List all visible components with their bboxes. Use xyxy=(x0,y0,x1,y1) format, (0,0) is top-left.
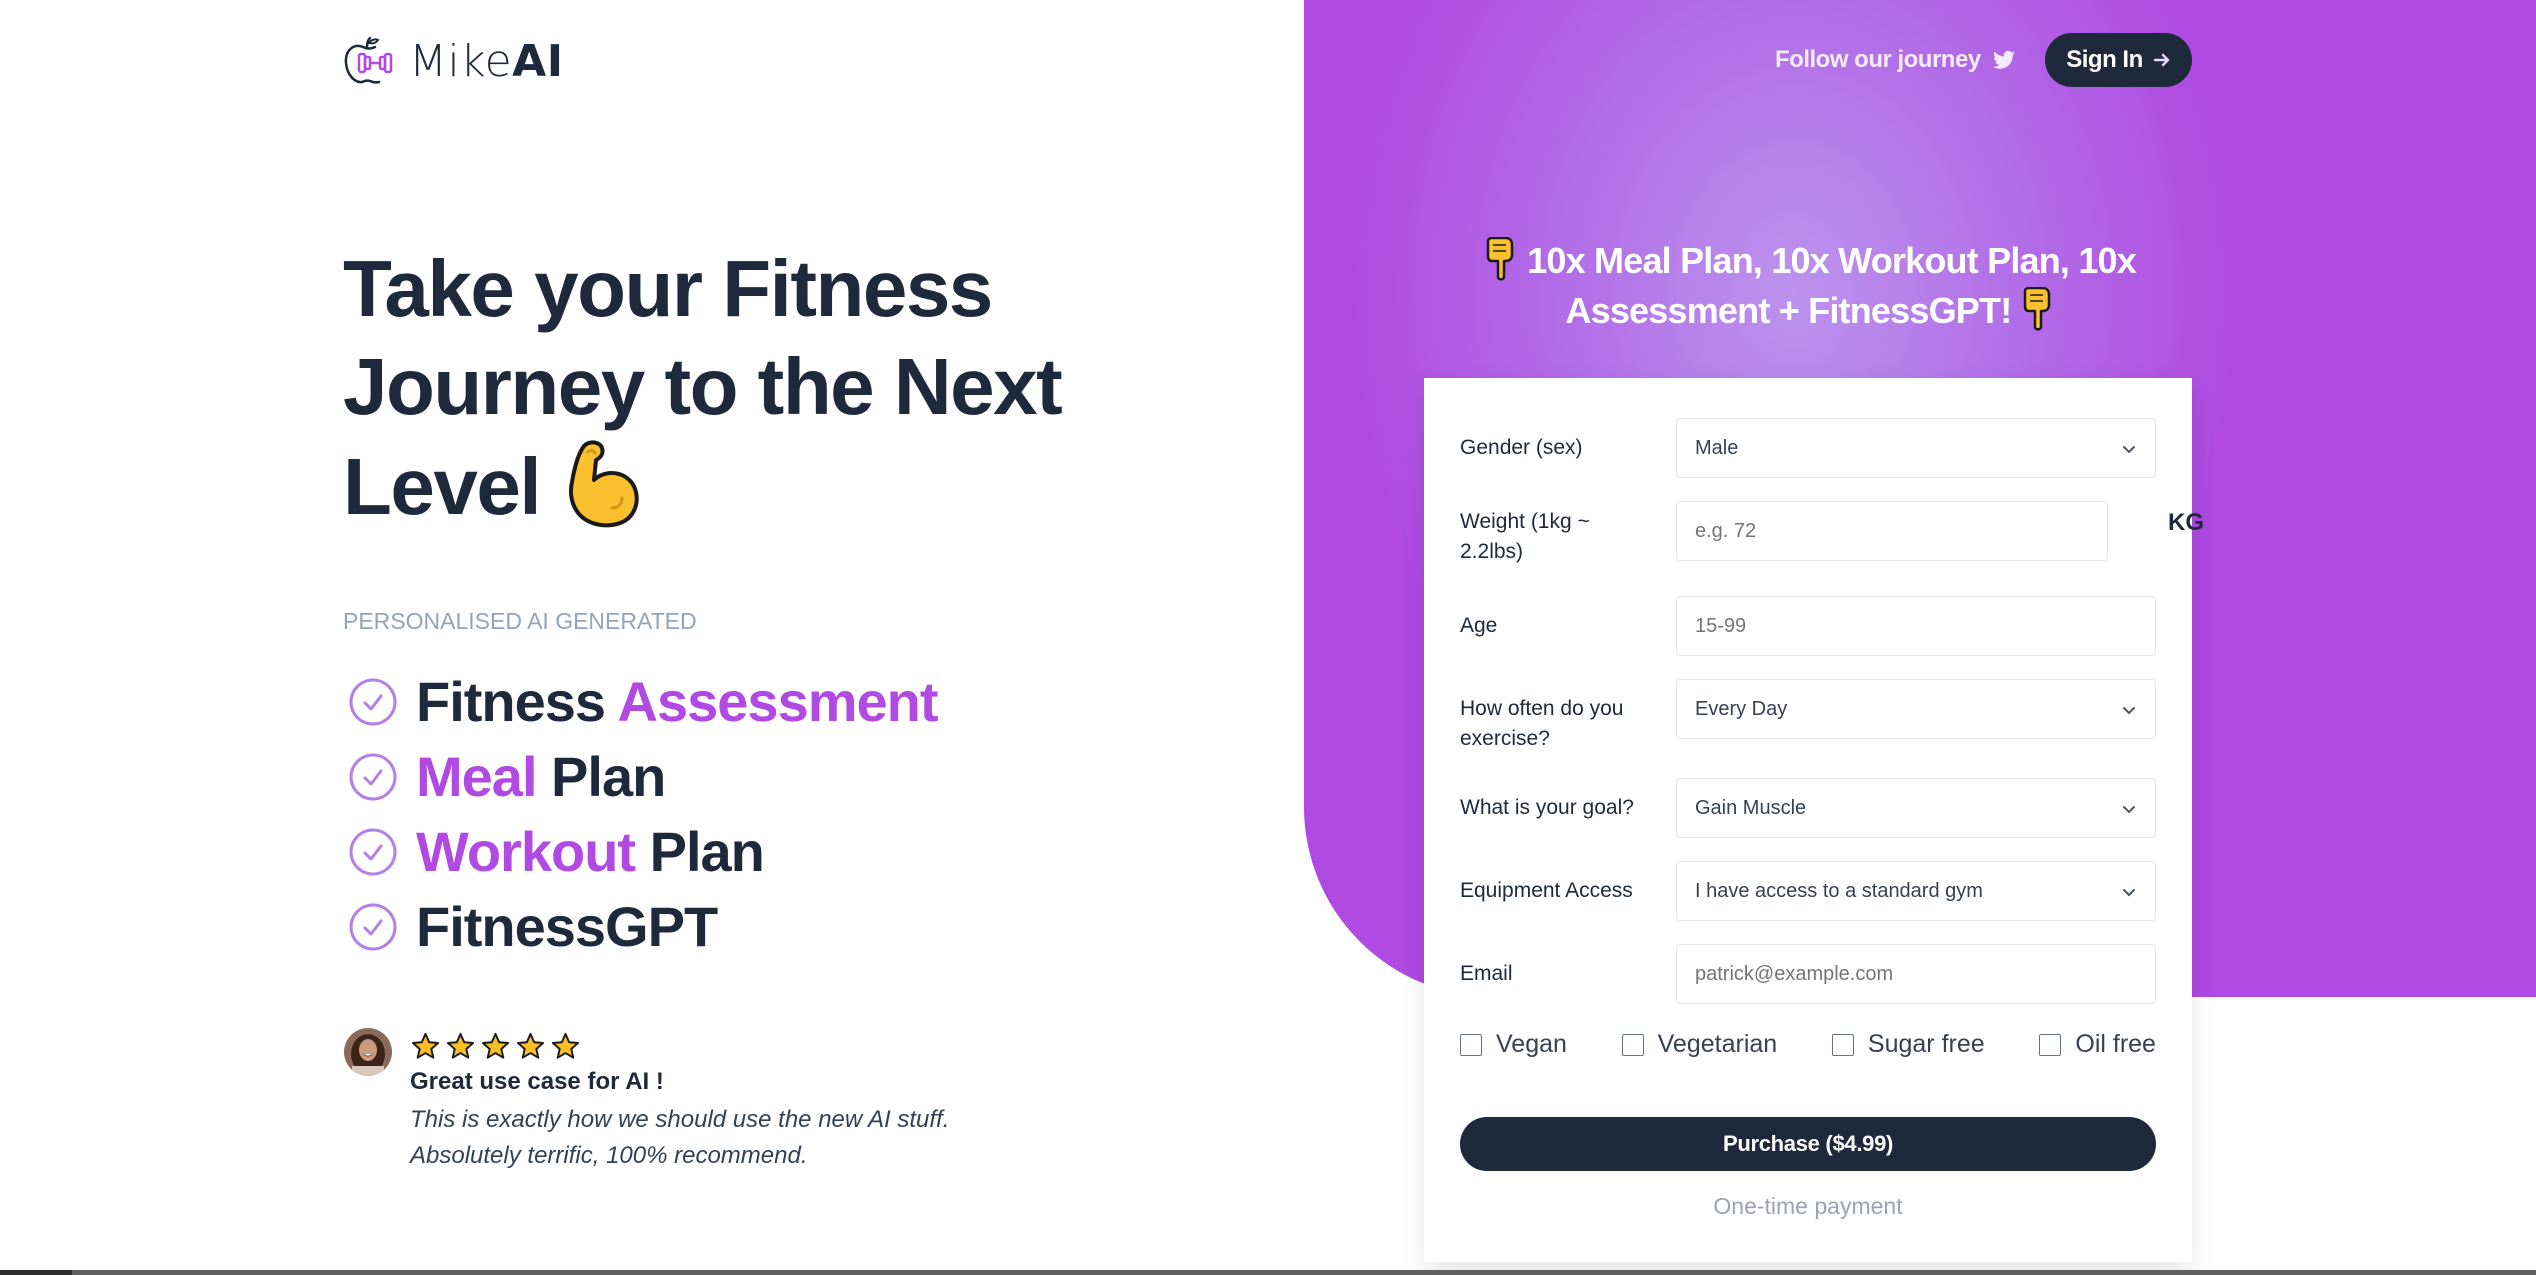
oil-free-checkbox[interactable] xyxy=(2039,1033,2062,1056)
sugar-free-checkbox[interactable] xyxy=(1831,1033,1854,1056)
gender-select[interactable]: Male xyxy=(1676,418,2156,478)
sign-in-button[interactable]: Sign In xyxy=(2045,33,2192,87)
review-title: Great use case for AI ! xyxy=(410,1068,664,1095)
gender-row: Gender (sex) Male xyxy=(1460,418,2156,478)
hero-subtitle: PERSONALISED AI GENERATED xyxy=(343,608,697,634)
star-icon xyxy=(551,1032,580,1059)
feature-label: Fitness Assessment xyxy=(416,669,939,734)
feature-item: Workout Plan xyxy=(348,814,938,889)
feature-text-plain: Fitness xyxy=(416,670,618,733)
age-row: Age xyxy=(1460,596,2156,656)
goal-value: Gain Muscle xyxy=(1695,796,1807,819)
promo-heading: 10x Meal Plan, 10x Workout Plan, 10x Ass… xyxy=(1430,236,2190,336)
feature-text-plain: FitnessGPT xyxy=(416,895,718,958)
feature-text-plain: Plan xyxy=(635,820,765,883)
chevron-down-icon xyxy=(2123,707,2135,715)
gender-value: Male xyxy=(1695,436,1739,459)
chevron-down-icon xyxy=(2123,806,2135,814)
age-input[interactable] xyxy=(1676,596,2156,656)
age-label: Age xyxy=(1460,614,1498,637)
brand-name-light: Mike xyxy=(409,36,513,87)
vegan-checkbox[interactable] xyxy=(1460,1033,1482,1056)
feature-label: Meal Plan xyxy=(416,744,666,809)
diet-option-label: Vegetarian xyxy=(1657,1030,1778,1058)
feature-label: FitnessGPT xyxy=(416,894,718,959)
diet-option-label: Sugar free xyxy=(1867,1030,1985,1058)
star-icon xyxy=(446,1032,475,1059)
purchase-button[interactable]: Purchase ($4.99) xyxy=(1460,1117,2156,1171)
star-icon xyxy=(411,1032,440,1059)
check-circle-icon xyxy=(349,678,397,725)
feature-item: Fitness Assessment xyxy=(348,664,939,739)
hero-title-text: Take your Fitness Journey to the Next Le… xyxy=(343,244,1063,531)
diet-option-label: Vegan xyxy=(1496,1030,1567,1058)
star-icon xyxy=(481,1032,510,1059)
diet-options: Vegan Vegetarian Sugar free Oil free xyxy=(1460,1030,2156,1059)
email-input[interactable] xyxy=(1676,944,2156,1004)
horizontal-scrollbar[interactable] xyxy=(0,1270,2536,1275)
weight-input[interactable] xyxy=(1676,501,2108,561)
sign-in-label: Sign In xyxy=(2066,46,2143,73)
chevron-down-icon xyxy=(2123,446,2135,454)
email-label: Email xyxy=(1460,962,1513,985)
frequency-label: How often do you exercise? xyxy=(1460,697,1624,750)
feature-label: Workout Plan xyxy=(416,819,765,884)
diet-option-label: Oil free xyxy=(2075,1030,2156,1058)
diet-option-sugar-free[interactable]: Sugar free xyxy=(1831,1030,1985,1059)
review-body: This is exactly how we should use the ne… xyxy=(410,1106,950,1169)
brand-name: MikeAI xyxy=(409,36,564,87)
apple-dumbbell-icon xyxy=(344,36,393,84)
brand-name-bold: AI xyxy=(512,36,564,87)
follow-label: Follow our journey xyxy=(1775,46,1981,73)
goal-label: What is your goal? xyxy=(1460,796,1634,819)
plan-order-form: Gender (sex) Male Weight (1kg ~ 2.2lbs) … xyxy=(1424,378,2204,1262)
twitter-icon xyxy=(1992,50,2015,69)
payment-note: One-time payment xyxy=(1713,1193,1903,1219)
vegetarian-checkbox[interactable] xyxy=(1621,1033,1644,1056)
equipment-select[interactable]: I have access to a standard gym xyxy=(1676,861,2156,921)
backhand-index-pointing-down-icon xyxy=(1486,237,1514,281)
logo[interactable]: MikeAI xyxy=(343,36,564,87)
backhand-index-pointing-down-icon xyxy=(2023,287,2050,331)
check-circle-icon xyxy=(349,753,397,800)
feature-item: FitnessGPT xyxy=(348,889,938,964)
frequency-value: Every Day xyxy=(1695,697,1788,720)
follow-twitter-link[interactable]: Follow our journey xyxy=(1775,46,2015,74)
feature-text-accent: Workout xyxy=(416,820,636,883)
goal-select[interactable]: Gain Muscle xyxy=(1676,778,2156,838)
weight-unit: KG xyxy=(2168,509,2204,536)
feature-text-accent: Meal xyxy=(416,745,537,808)
diet-option-oil-free[interactable]: Oil free xyxy=(2039,1030,2156,1059)
chevron-down-icon xyxy=(2123,889,2135,897)
equipment-label: Equipment Access xyxy=(1460,879,1633,902)
person-photo-icon xyxy=(344,1028,392,1076)
gender-label: Gender (sex) xyxy=(1460,436,1583,459)
hero-title: Take your Fitness Journey to the Next Le… xyxy=(343,240,1103,536)
flexed-biceps-icon xyxy=(569,440,639,528)
email-row: Email xyxy=(1460,944,2156,1004)
star-icon xyxy=(516,1032,545,1059)
frequency-row: How often do you exercise? Every Day xyxy=(1460,679,2156,754)
diet-option-vegetarian[interactable]: Vegetarian xyxy=(1621,1030,1778,1059)
feature-text-plain: Plan xyxy=(536,745,666,808)
equipment-row: Equipment Access I have access to a stan… xyxy=(1460,861,2156,921)
reviewer-avatar xyxy=(344,1028,392,1076)
check-circle-icon xyxy=(349,903,397,950)
scrollbar-thumb[interactable] xyxy=(72,1270,2536,1275)
feature-list: Fitness Assessment Meal Plan Workout Pla… xyxy=(348,664,939,964)
feature-text-accent: Assessment xyxy=(617,670,939,733)
equipment-value: I have access to a standard gym xyxy=(1695,879,1983,902)
goal-row: What is your goal? Gain Muscle xyxy=(1460,778,2156,838)
feature-item: Meal Plan xyxy=(348,739,938,814)
weight-label: Weight (1kg ~ 2.2lbs) xyxy=(1460,510,1590,563)
arrow-right-icon xyxy=(2153,53,2169,67)
weight-row: Weight (1kg ~ 2.2lbs) KG xyxy=(1460,501,2204,567)
rating-stars xyxy=(411,1032,580,1061)
diet-option-vegan[interactable]: Vegan xyxy=(1460,1030,1567,1059)
check-circle-icon xyxy=(349,828,397,875)
frequency-select[interactable]: Every Day xyxy=(1676,679,2156,739)
